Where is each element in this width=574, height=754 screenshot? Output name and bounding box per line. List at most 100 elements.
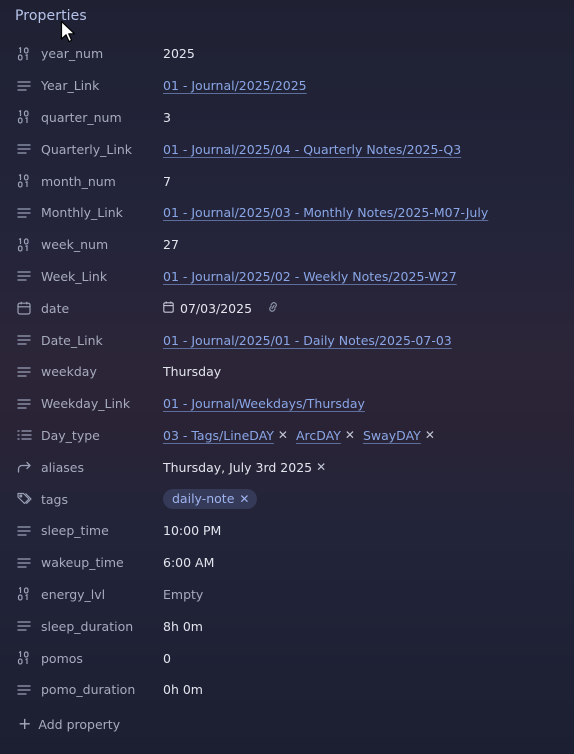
property-value[interactable]: 2025: [163, 46, 195, 61]
text-lines-icon[interactable]: [16, 523, 32, 539]
property-value[interactable]: 3: [163, 110, 171, 125]
remove-icon[interactable]: ✕: [278, 428, 288, 442]
property-key[interactable]: month_num: [41, 174, 116, 189]
property-key[interactable]: week_num: [41, 237, 108, 252]
internal-link[interactable]: 01 - Journal/2025/03 - Monthly Notes/202…: [163, 205, 488, 220]
property-value[interactable]: 07/03/2025: [163, 301, 280, 316]
value-text[interactable]: 8h 0m: [163, 619, 203, 634]
property-key[interactable]: Year_Link: [41, 78, 99, 93]
calendar-picker-icon[interactable]: [163, 301, 174, 316]
number-icon[interactable]: [16, 173, 32, 189]
property-value[interactable]: 10:00 PM: [163, 523, 221, 538]
property-value[interactable]: 01 - Journal/2025/04 - Quarterly Notes/2…: [163, 142, 461, 157]
property-key[interactable]: pomo_duration: [41, 682, 135, 697]
property-key[interactable]: wakeup_time: [41, 555, 124, 570]
number-icon[interactable]: [16, 46, 32, 62]
calendar-icon[interactable]: [16, 300, 32, 316]
property-value[interactable]: Empty: [163, 587, 203, 602]
property-value[interactable]: 03 - Tags/LineDAY ✕ ArcDAY ✕ SwayDAY ✕: [163, 428, 443, 443]
property-value[interactable]: Thursday, July 3rd 2025 ✕: [163, 460, 334, 475]
text-lines-icon[interactable]: [16, 618, 32, 634]
remove-icon[interactable]: ✕: [345, 428, 355, 442]
multi-link-item[interactable]: 03 - Tags/LineDAY: [163, 428, 274, 443]
multi-link-item[interactable]: ArcDAY: [296, 428, 341, 443]
list-icon[interactable]: [16, 427, 32, 443]
property-value[interactable]: 01 - Journal/2025/2025: [163, 78, 307, 93]
value-text[interactable]: Thursday: [163, 364, 221, 379]
internal-link[interactable]: 01 - Journal/2025/2025: [163, 78, 307, 93]
property-key[interactable]: sleep_time: [41, 523, 109, 538]
property-value[interactable]: Thursday: [163, 364, 221, 379]
tags-icon[interactable]: [16, 491, 32, 507]
value-text[interactable]: 10:00 PM: [163, 523, 221, 538]
property-key[interactable]: Weekday_Link: [41, 396, 130, 411]
value-text[interactable]: 7: [163, 174, 171, 189]
property-value[interactable]: 27: [163, 237, 179, 252]
remove-icon[interactable]: ✕: [239, 492, 249, 506]
date-value[interactable]: 07/03/2025: [180, 301, 252, 316]
value-text[interactable]: 6:00 AM: [163, 555, 214, 570]
number-icon[interactable]: [16, 109, 32, 125]
property-row-wakeup-time: wakeup_time 6:00 AM: [0, 547, 574, 579]
property-key[interactable]: Week_Link: [41, 269, 107, 284]
number-icon[interactable]: [16, 586, 32, 602]
add-property-button[interactable]: + Add property: [18, 716, 120, 732]
property-key[interactable]: aliases: [41, 460, 84, 475]
text-lines-icon[interactable]: [16, 332, 32, 348]
property-row-quarterly-link: Quarterly_Link 01 - Journal/2025/04 - Qua…: [0, 133, 574, 165]
text-lines-icon[interactable]: [16, 268, 32, 284]
property-key[interactable]: Monthly_Link: [41, 205, 123, 220]
text-lines-icon[interactable]: [16, 555, 32, 571]
property-value[interactable]: 01 - Journal/Weekdays/Thursday: [163, 396, 365, 411]
property-value[interactable]: 8h 0m: [163, 619, 203, 634]
property-key[interactable]: quarter_num: [41, 110, 122, 125]
internal-link[interactable]: 01 - Journal/2025/02 - Weekly Notes/2025…: [163, 269, 457, 284]
empty-placeholder[interactable]: Empty: [163, 587, 203, 602]
forward-arrow-icon[interactable]: [16, 459, 32, 475]
value-text[interactable]: 27: [163, 237, 179, 252]
text-lines-icon[interactable]: [16, 682, 32, 698]
text-lines-icon[interactable]: [16, 364, 32, 380]
property-row-year-link: Year_Link 01 - Journal/2025/2025: [0, 70, 574, 102]
number-icon[interactable]: [16, 650, 32, 666]
property-value[interactable]: 01 - Journal/2025/02 - Weekly Notes/2025…: [163, 269, 457, 284]
text-lines-icon[interactable]: [16, 205, 32, 221]
property-key[interactable]: Quarterly_Link: [41, 142, 132, 157]
property-row-quarter-num: quarter_num 3: [0, 102, 574, 134]
property-value[interactable]: 01 - Journal/2025/01 - Daily Notes/2025-…: [163, 333, 452, 348]
remove-icon[interactable]: ✕: [425, 428, 435, 442]
number-icon[interactable]: [16, 237, 32, 253]
property-key[interactable]: Date_Link: [41, 333, 103, 348]
property-value[interactable]: 01 - Journal/2025/03 - Monthly Notes/202…: [163, 205, 488, 220]
property-key[interactable]: date: [41, 301, 69, 316]
property-key[interactable]: pomos: [41, 651, 83, 666]
internal-link[interactable]: 01 - Journal/Weekdays/Thursday: [163, 396, 365, 411]
property-value[interactable]: 0: [163, 651, 171, 666]
value-text[interactable]: 0: [163, 651, 171, 666]
property-key[interactable]: tags: [41, 492, 68, 507]
link-chain-icon[interactable]: [266, 301, 280, 316]
property-value[interactable]: daily-note ✕: [163, 489, 258, 510]
add-property-label: Add property: [38, 716, 121, 732]
value-text[interactable]: 2025: [163, 46, 195, 61]
property-key[interactable]: energy_lvl: [41, 587, 105, 602]
value-text[interactable]: 3: [163, 110, 171, 125]
property-key[interactable]: year_num: [41, 46, 103, 61]
internal-link[interactable]: 01 - Journal/2025/01 - Daily Notes/2025-…: [163, 333, 452, 348]
alias-item[interactable]: Thursday, July 3rd 2025: [163, 460, 312, 475]
property-key[interactable]: Day_type: [41, 428, 100, 443]
property-row-sleep-time: sleep_time 10:00 PM: [0, 515, 574, 547]
property-key[interactable]: sleep_duration: [41, 619, 133, 634]
text-lines-icon[interactable]: [16, 141, 32, 157]
tag-pill[interactable]: daily-note ✕: [163, 489, 258, 510]
internal-link[interactable]: 01 - Journal/2025/04 - Quarterly Notes/2…: [163, 142, 461, 157]
text-lines-icon[interactable]: [16, 78, 32, 94]
property-key[interactable]: weekday: [41, 364, 97, 379]
text-lines-icon[interactable]: [16, 396, 32, 412]
property-value[interactable]: 0h 0m: [163, 682, 203, 697]
property-value[interactable]: 6:00 AM: [163, 555, 214, 570]
value-text[interactable]: 0h 0m: [163, 682, 203, 697]
property-value[interactable]: 7: [163, 174, 171, 189]
multi-link-item[interactable]: SwayDAY: [363, 428, 421, 443]
remove-icon[interactable]: ✕: [316, 460, 326, 474]
